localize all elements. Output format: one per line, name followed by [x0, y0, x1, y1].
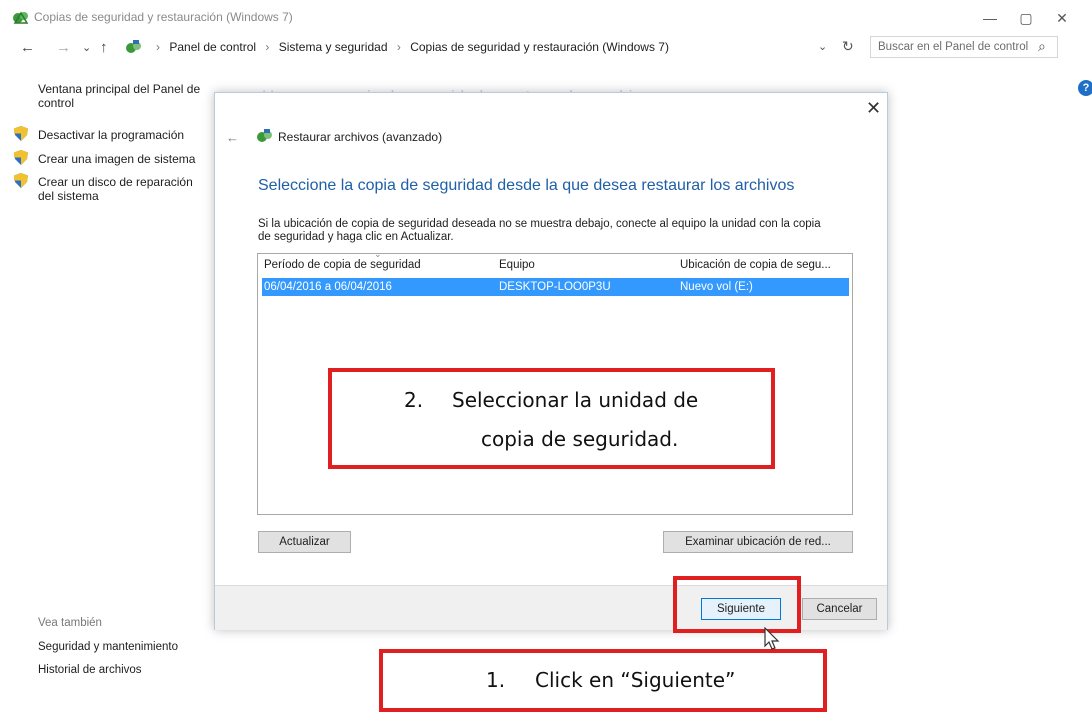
dialog-back-icon[interactable]: ← [226, 130, 239, 145]
mouse-cursor-icon [764, 627, 780, 650]
breadcrumb-separator: › [156, 40, 160, 54]
refresh-button[interactable]: Actualizar [258, 531, 351, 553]
next-button-highlight [673, 576, 801, 633]
see-also-label: Vea también [38, 617, 102, 629]
breadcrumb-separator: › [396, 40, 401, 54]
minimize-button[interactable]: — [975, 6, 1005, 30]
forward-arrow-icon[interactable]: → [56, 40, 71, 56]
row-location: Nuevo vol (E:) [680, 281, 753, 293]
refresh-icon[interactable]: ↻ [842, 38, 854, 55]
control-panel-icon [126, 40, 141, 53]
file-history-link[interactable]: Historial de archivos [38, 664, 142, 676]
cancel-button[interactable]: Cancelar [802, 598, 877, 620]
create-repair-disc-link[interactable]: Crear un disco de reparación del sistema [38, 175, 208, 203]
close-window-button[interactable]: ✕ [1047, 6, 1077, 30]
back-arrow-icon[interactable]: ← [20, 40, 35, 56]
help-icon[interactable]: ? [1078, 80, 1092, 96]
step1-text: Click en “Siguiente” [535, 668, 736, 692]
window-title: Copias de seguridad y restauración (Wind… [34, 10, 293, 24]
dialog-title: Restaurar archivos (avanzado) [278, 130, 443, 144]
step2-line2: copia de seguridad. [481, 427, 679, 451]
breadcrumb-separator: › [265, 40, 270, 54]
step1-number: 1. [486, 668, 506, 692]
dialog-close-button[interactable]: ✕ [866, 98, 881, 119]
create-system-image-link[interactable]: Crear una imagen de sistema [38, 152, 208, 166]
control-panel-home-link[interactable]: Ventana principal del Panel de control [38, 82, 214, 110]
shield-icon [14, 173, 28, 188]
step2-callout-box [328, 368, 775, 469]
column-header-computer[interactable]: Equipo [499, 259, 535, 271]
column-header-location[interactable]: Ubicación de copia de segu... [680, 259, 831, 271]
step2-line1: Seleccionar la unidad de [452, 388, 699, 412]
dialog-heading: Seleccione la copia de seguridad desde l… [258, 177, 795, 194]
breadcrumb-system-security[interactable]: Sistema y seguridad [279, 40, 388, 54]
shield-icon [14, 126, 28, 141]
search-placeholder: Buscar en el Panel de control [878, 41, 1029, 53]
up-arrow-icon[interactable]: ↑ [100, 40, 108, 56]
breadcrumb-backup-restore[interactable]: Copias de seguridad y restauración (Wind… [410, 40, 669, 54]
disable-schedule-link[interactable]: Desactivar la programación [38, 128, 208, 142]
column-header-period[interactable]: Período de copia de seguridad [264, 259, 421, 271]
address-dropdown-icon[interactable]: ⌄ [818, 40, 827, 53]
breadcrumb-control-panel[interactable]: Panel de control [169, 40, 256, 54]
maximize-button[interactable]: ▢ [1011, 6, 1041, 30]
step2-number: 2. [404, 388, 424, 412]
security-maintenance-link[interactable]: Seguridad y mantenimiento [38, 641, 178, 653]
row-period: 06/04/2016 a 06/04/2016 [264, 281, 392, 293]
backup-restore-icon [13, 11, 29, 24]
breadcrumb: › Panel de control › Sistema y seguridad… [150, 40, 669, 54]
dialog-instructions: Si la ubicación de copia de seguridad de… [258, 218, 821, 243]
restore-files-icon [257, 129, 272, 142]
shield-icon [14, 150, 28, 165]
row-computer: DESKTOP-LOO0P3U [499, 281, 611, 293]
browse-network-button[interactable]: Examinar ubicación de red... [663, 531, 853, 553]
search-icon[interactable]: ⌕ [1038, 38, 1046, 55]
recent-dropdown-icon[interactable]: ⌄ [82, 40, 91, 56]
